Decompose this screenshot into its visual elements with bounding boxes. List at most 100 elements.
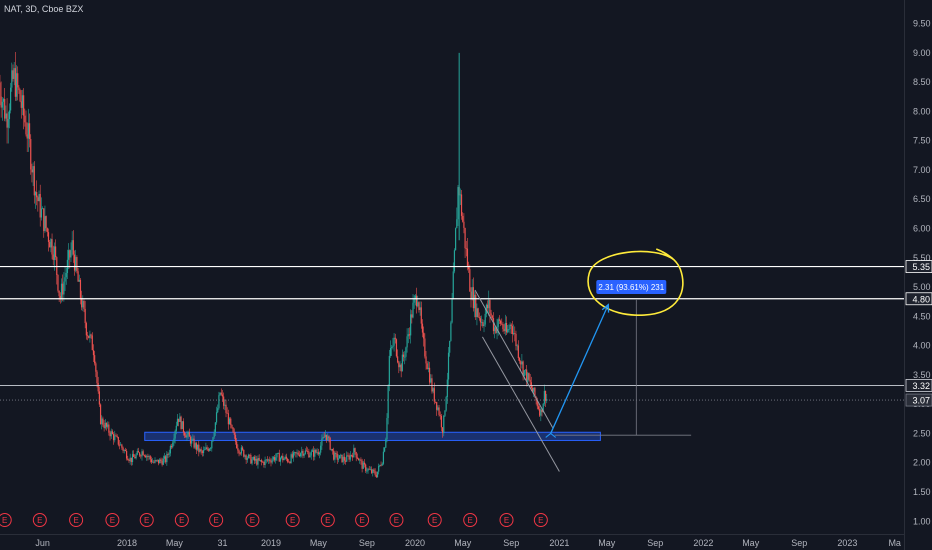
candle-body[interactable]: [520, 361, 522, 365]
candle-body[interactable]: [490, 313, 492, 316]
candle-body[interactable]: [262, 461, 264, 463]
candle-body[interactable]: [46, 228, 48, 233]
candle-body[interactable]: [310, 451, 312, 456]
candle-body[interactable]: [31, 169, 33, 173]
candle-body[interactable]: [192, 438, 194, 440]
candle-body[interactable]: [354, 448, 356, 453]
candle-body[interactable]: [394, 337, 396, 340]
candle-body[interactable]: [126, 450, 128, 459]
candle-body[interactable]: [322, 436, 324, 439]
candle-body[interactable]: [315, 449, 317, 453]
candle-body[interactable]: [199, 449, 201, 452]
candle-body[interactable]: [453, 250, 456, 272]
candle-body[interactable]: [452, 271, 454, 300]
candle-body[interactable]: [21, 95, 24, 108]
candle-body[interactable]: [504, 322, 506, 332]
candle-body[interactable]: [249, 454, 251, 456]
candle-body[interactable]: [355, 452, 357, 458]
earnings-marker[interactable]: E: [32, 513, 47, 527]
candle-body[interactable]: [250, 455, 252, 464]
candle-body[interactable]: [150, 459, 153, 463]
candle-body[interactable]: [395, 339, 398, 357]
candle-body[interactable]: [26, 134, 28, 139]
candle-body[interactable]: [432, 388, 434, 392]
earnings-marker[interactable]: E: [355, 513, 370, 527]
candle-body[interactable]: [214, 422, 216, 433]
candle-body[interactable]: [357, 458, 360, 461]
candle-body[interactable]: [78, 279, 80, 282]
candle-body[interactable]: [499, 320, 502, 324]
candle-body[interactable]: [426, 363, 428, 370]
candle-body[interactable]: [434, 401, 437, 403]
candle-body[interactable]: [424, 338, 426, 357]
candle-body[interactable]: [188, 432, 190, 437]
earnings-marker[interactable]: E: [174, 513, 189, 527]
candle-body[interactable]: [471, 287, 473, 300]
candle-body[interactable]: [129, 457, 131, 462]
candle-body[interactable]: [73, 254, 76, 271]
candle-body[interactable]: [455, 228, 457, 251]
candle-body[interactable]: [230, 418, 232, 425]
candle-body[interactable]: [181, 421, 183, 429]
candle-body[interactable]: [10, 87, 12, 111]
candle-body[interactable]: [421, 323, 424, 333]
candle-body[interactable]: [44, 216, 46, 232]
candle-body[interactable]: [202, 450, 205, 453]
candle-body[interactable]: [161, 461, 163, 465]
candle-body[interactable]: [494, 327, 496, 332]
candle-body[interactable]: [176, 418, 179, 426]
candle-body[interactable]: [69, 250, 71, 258]
candle-body[interactable]: [109, 432, 111, 437]
candle-body[interactable]: [342, 456, 344, 463]
candle-body[interactable]: [215, 412, 218, 423]
candle-body[interactable]: [514, 333, 516, 334]
candle-body[interactable]: [260, 460, 263, 462]
candle-body[interactable]: [335, 452, 337, 454]
candle-body[interactable]: [62, 283, 64, 295]
candle-body[interactable]: [305, 450, 308, 452]
earnings-marker[interactable]: E: [463, 513, 478, 527]
candle-body[interactable]: [33, 166, 35, 196]
candle-body[interactable]: [204, 449, 206, 451]
candle-body[interactable]: [197, 444, 199, 450]
candle-body[interactable]: [167, 453, 169, 455]
candle-body[interactable]: [412, 302, 414, 318]
candle-body[interactable]: [511, 326, 514, 334]
candle-body[interactable]: [91, 335, 93, 351]
candle-body[interactable]: [159, 459, 161, 464]
candle-body[interactable]: [326, 434, 328, 440]
candle-body[interactable]: [294, 452, 296, 453]
candle-body[interactable]: [349, 454, 351, 460]
candle-body[interactable]: [49, 241, 51, 248]
candle-body[interactable]: [333, 450, 335, 460]
candle-body[interactable]: [217, 408, 219, 413]
candle-body[interactable]: [366, 470, 368, 472]
candle-body[interactable]: [491, 315, 493, 319]
candle-body[interactable]: [463, 221, 465, 228]
candle-body[interactable]: [442, 427, 444, 434]
candle-body[interactable]: [116, 435, 118, 438]
candle-body[interactable]: [45, 216, 47, 229]
candle-body[interactable]: [501, 323, 503, 325]
candle-body[interactable]: [59, 296, 61, 299]
candle-body[interactable]: [304, 450, 306, 454]
candle-body[interactable]: [343, 456, 345, 461]
candle-body[interactable]: [414, 295, 416, 299]
candle-body[interactable]: [320, 445, 322, 453]
candle-body[interactable]: [323, 436, 325, 438]
candle-body[interactable]: [521, 361, 523, 365]
candle-body[interactable]: [82, 300, 84, 308]
candle-body[interactable]: [141, 451, 143, 457]
candle-body[interactable]: [258, 458, 260, 461]
candle-body[interactable]: [198, 444, 200, 452]
candle-body[interactable]: [387, 385, 389, 419]
candle-body[interactable]: [478, 317, 480, 319]
candle-body[interactable]: [75, 257, 77, 271]
candle-body[interactable]: [163, 456, 166, 459]
candle-body[interactable]: [278, 453, 280, 462]
candle-body[interactable]: [356, 457, 358, 459]
candle-body[interactable]: [232, 427, 234, 433]
candle-body[interactable]: [297, 452, 299, 455]
candle-body[interactable]: [337, 458, 340, 460]
candle-body[interactable]: [30, 139, 32, 170]
